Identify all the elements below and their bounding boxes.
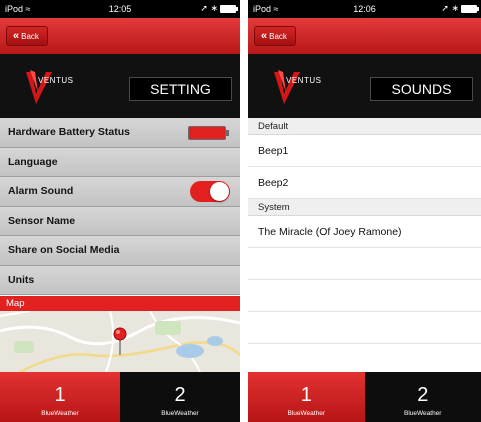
tab-number: 1 [300, 384, 312, 406]
empty-row [248, 280, 481, 312]
nav-bar: «Back [0, 18, 240, 54]
back-label: Back [21, 32, 39, 41]
tab-station-1[interactable]: 1 BlueWeather [0, 372, 120, 422]
map-header: Map [0, 296, 240, 311]
setting-label: Hardware Battery Status [8, 126, 130, 138]
alarm-sound-toggle[interactable] [190, 181, 230, 202]
nav-bar: «Back [248, 18, 481, 54]
double-chevron-left-icon: « [261, 30, 268, 42]
setting-label: Share on Social Media [8, 244, 120, 256]
tab-bar: 1 BlueWeather 2 BlueWeather [248, 372, 481, 422]
section-header-default: Default [248, 118, 481, 135]
toggle-knob [210, 182, 229, 201]
status-bar: iPod ≈ 12:05 ➚ ∗ [0, 0, 240, 18]
map-view[interactable] [0, 311, 240, 372]
battery-icon [220, 5, 238, 13]
back-label: Back [269, 32, 287, 41]
hardware-battery-icon [188, 126, 229, 140]
setting-row-battery-status[interactable]: Hardware Battery Status [0, 118, 240, 148]
status-indicators: ➚ ∗ [441, 3, 459, 13]
sounds-list: Default Beep1 Beep2 System The Miracle (… [248, 118, 481, 372]
setting-label: Units [8, 273, 35, 286]
setting-label: Sensor Name [8, 214, 76, 227]
tab-number: 1 [54, 384, 66, 406]
double-chevron-left-icon: « [13, 30, 20, 42]
page-title: SETTING [129, 77, 232, 101]
setting-row-language[interactable]: Language [0, 147, 240, 177]
back-button[interactable]: «Back [254, 26, 296, 46]
setting-label: Alarm Sound [8, 185, 74, 197]
ventus-logo-icon [274, 70, 300, 104]
status-indicators: ➚ ∗ [200, 3, 218, 13]
logo-text: VENTUS [38, 76, 74, 85]
tab-number: 2 [417, 384, 429, 406]
brand-bar: VENTUS SOUNDS [248, 54, 481, 118]
tab-caption: BlueWeather [287, 410, 325, 417]
tab-caption: BlueWeather [161, 410, 199, 417]
empty-row [248, 248, 481, 280]
empty-row [248, 312, 481, 344]
setting-row-share-social[interactable]: Share on Social Media [0, 236, 240, 266]
setting-row-alarm-sound[interactable]: Alarm Sound [0, 177, 240, 207]
sound-item-system-1[interactable]: The Miracle (Of Joey Ramone) [248, 216, 481, 248]
brand-bar: VENTUS SETTING [0, 54, 240, 118]
page-title: SOUNDS [370, 77, 473, 101]
tab-caption: BlueWeather [404, 410, 442, 417]
tab-bar: 1 BlueWeather 2 BlueWeather [0, 372, 240, 422]
tab-station-2[interactable]: 2 BlueWeather [120, 372, 240, 422]
status-bar: iPod ≈ 12:06 ➚ ∗ [248, 0, 481, 18]
sound-item-beep2[interactable]: Beep2 [248, 167, 481, 199]
sounds-screen: iPod ≈ 12:06 ➚ ∗ «Back VENTUS SOUNDS Def… [248, 0, 481, 422]
sound-item-beep1[interactable]: Beep1 [248, 135, 481, 167]
section-header-system: System [248, 199, 481, 216]
tab-station-1[interactable]: 1 BlueWeather [248, 372, 365, 422]
tab-caption: BlueWeather [41, 410, 79, 417]
setting-label: Language [8, 155, 58, 168]
map-pin-icon [113, 327, 127, 355]
settings-list: Hardware Battery Status Language Alarm S… [0, 118, 240, 295]
ventus-logo-icon [26, 70, 52, 104]
battery-icon [461, 5, 479, 13]
logo-text: VENTUS [286, 76, 322, 85]
back-button[interactable]: «Back [6, 26, 48, 46]
settings-screen: iPod ≈ 12:05 ➚ ∗ «Back VENTUS SETTING Ha… [0, 0, 240, 422]
setting-row-sensor-name[interactable]: Sensor Name [0, 206, 240, 236]
tab-number: 2 [174, 384, 186, 406]
setting-row-units[interactable]: Units [0, 265, 240, 295]
tab-station-2[interactable]: 2 BlueWeather [365, 372, 481, 422]
